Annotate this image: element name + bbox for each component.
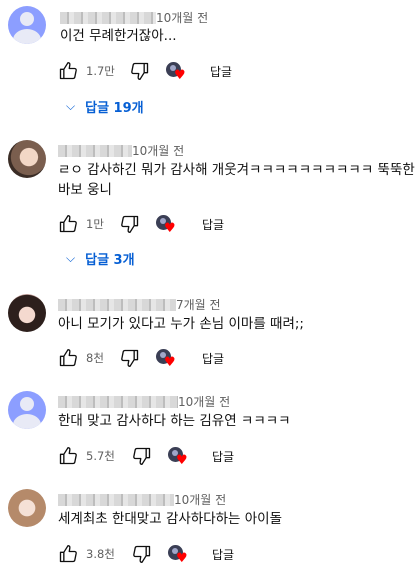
replies-count: 답글 19개 <box>85 100 144 116</box>
dislike-button[interactable] <box>120 213 140 235</box>
like-button[interactable] <box>58 347 78 369</box>
comment-actions: 5.7천 ♥ 답글 <box>58 445 398 467</box>
creator-heart-icon: ♥ <box>166 62 188 84</box>
author-name-redacted[interactable] <box>58 395 178 408</box>
comment-text: 세계최초 한대맞고 감사하다하는 아이돌 <box>58 511 283 527</box>
creator-heart-icon: ♥ <box>156 349 178 371</box>
thumbs-up-icon <box>59 545 77 563</box>
dislike-button[interactable] <box>120 347 140 369</box>
thumbs-down-icon <box>121 215 139 233</box>
chevron-down-icon: ⌵ <box>66 250 76 265</box>
comment-text: ㄹㅇ 감사하긴 뭐가 감사해 개웃겨ㅋㅋㅋㅋㅋㅋㅋㅋㅋㅋ 뚝뚝한 바보 웅니 <box>58 162 420 198</box>
like-button[interactable] <box>58 543 78 565</box>
reply-button[interactable]: 답글 <box>212 543 234 565</box>
thumbs-down-icon <box>121 349 139 367</box>
avatar[interactable] <box>8 391 46 429</box>
thumbs-up-icon <box>59 215 77 233</box>
comment-time[interactable]: 10개월 전 <box>156 11 208 25</box>
like-button[interactable] <box>58 213 78 235</box>
comment-header: 10개월 전 <box>58 391 230 409</box>
chevron-down-icon: ⌵ <box>66 98 76 113</box>
comment-actions: 1만 ♥ 답글 <box>58 213 398 235</box>
comment-text: 한대 맞고 감사하다 하는 김유연 ㅋㅋㅋㅋ <box>58 413 291 429</box>
comment-time[interactable]: 10개월 전 <box>174 493 226 507</box>
avatar[interactable] <box>8 294 46 332</box>
thumbs-up-icon <box>59 62 77 80</box>
creator-heart-icon: ♥ <box>168 447 190 469</box>
replies-count: 답글 3개 <box>85 252 135 268</box>
author-name-redacted[interactable] <box>60 11 156 24</box>
author-name-redacted[interactable] <box>58 493 174 506</box>
reply-button[interactable]: 답글 <box>202 347 224 369</box>
author-name-redacted[interactable] <box>58 298 176 311</box>
comment-time[interactable]: 7개월 전 <box>176 298 221 312</box>
dislike-button[interactable] <box>130 60 150 82</box>
creator-heart-icon: ♥ <box>168 545 190 567</box>
thumbs-up-icon <box>59 349 77 367</box>
avatar[interactable] <box>8 140 46 178</box>
thumbs-up-icon <box>59 447 77 465</box>
comment-time[interactable]: 10개월 전 <box>178 395 230 409</box>
creator-heart-icon: ♥ <box>156 215 178 237</box>
like-count: 1만 <box>86 217 104 231</box>
comment-actions: 3.8천 ♥ 답글 <box>58 543 398 565</box>
like-count: 1.7만 <box>86 64 115 78</box>
view-replies-button[interactable]: ⌵ 답글 3개 <box>66 248 135 268</box>
comment-header: 10개월 전 <box>58 140 184 158</box>
dislike-button[interactable] <box>132 445 152 467</box>
view-replies-button[interactable]: ⌵ 답글 19개 <box>66 96 144 116</box>
reply-button[interactable]: 답글 <box>202 213 224 235</box>
comment-actions: 1.7만 ♥ 답글 <box>58 60 398 82</box>
reply-button[interactable]: 답글 <box>210 60 232 82</box>
thumbs-down-icon <box>131 62 149 81</box>
comment-header: 7개월 전 <box>58 294 221 312</box>
like-count: 8천 <box>86 351 104 365</box>
dislike-button[interactable] <box>132 543 152 565</box>
comment-text: 이건 무례한거잖아... <box>60 28 177 44</box>
comment-time[interactable]: 10개월 전 <box>132 144 184 158</box>
comment-header: 10개월 전 <box>60 7 208 25</box>
avatar[interactable] <box>8 489 46 527</box>
thumbs-down-icon <box>133 447 151 465</box>
like-button[interactable] <box>58 60 78 82</box>
comment-text: 아니 모기가 있다고 누가 손님 이마를 때려;; <box>58 316 304 332</box>
like-count: 3.8천 <box>86 547 115 561</box>
author-name-redacted[interactable] <box>58 144 132 157</box>
reply-button[interactable]: 답글 <box>212 445 234 467</box>
avatar[interactable] <box>8 6 46 44</box>
thumbs-down-icon <box>133 545 151 563</box>
comment-actions: 8천 ♥ 답글 <box>58 347 398 369</box>
like-button[interactable] <box>58 445 78 467</box>
like-count: 5.7천 <box>86 449 115 463</box>
comment-header: 10개월 전 <box>58 489 226 507</box>
